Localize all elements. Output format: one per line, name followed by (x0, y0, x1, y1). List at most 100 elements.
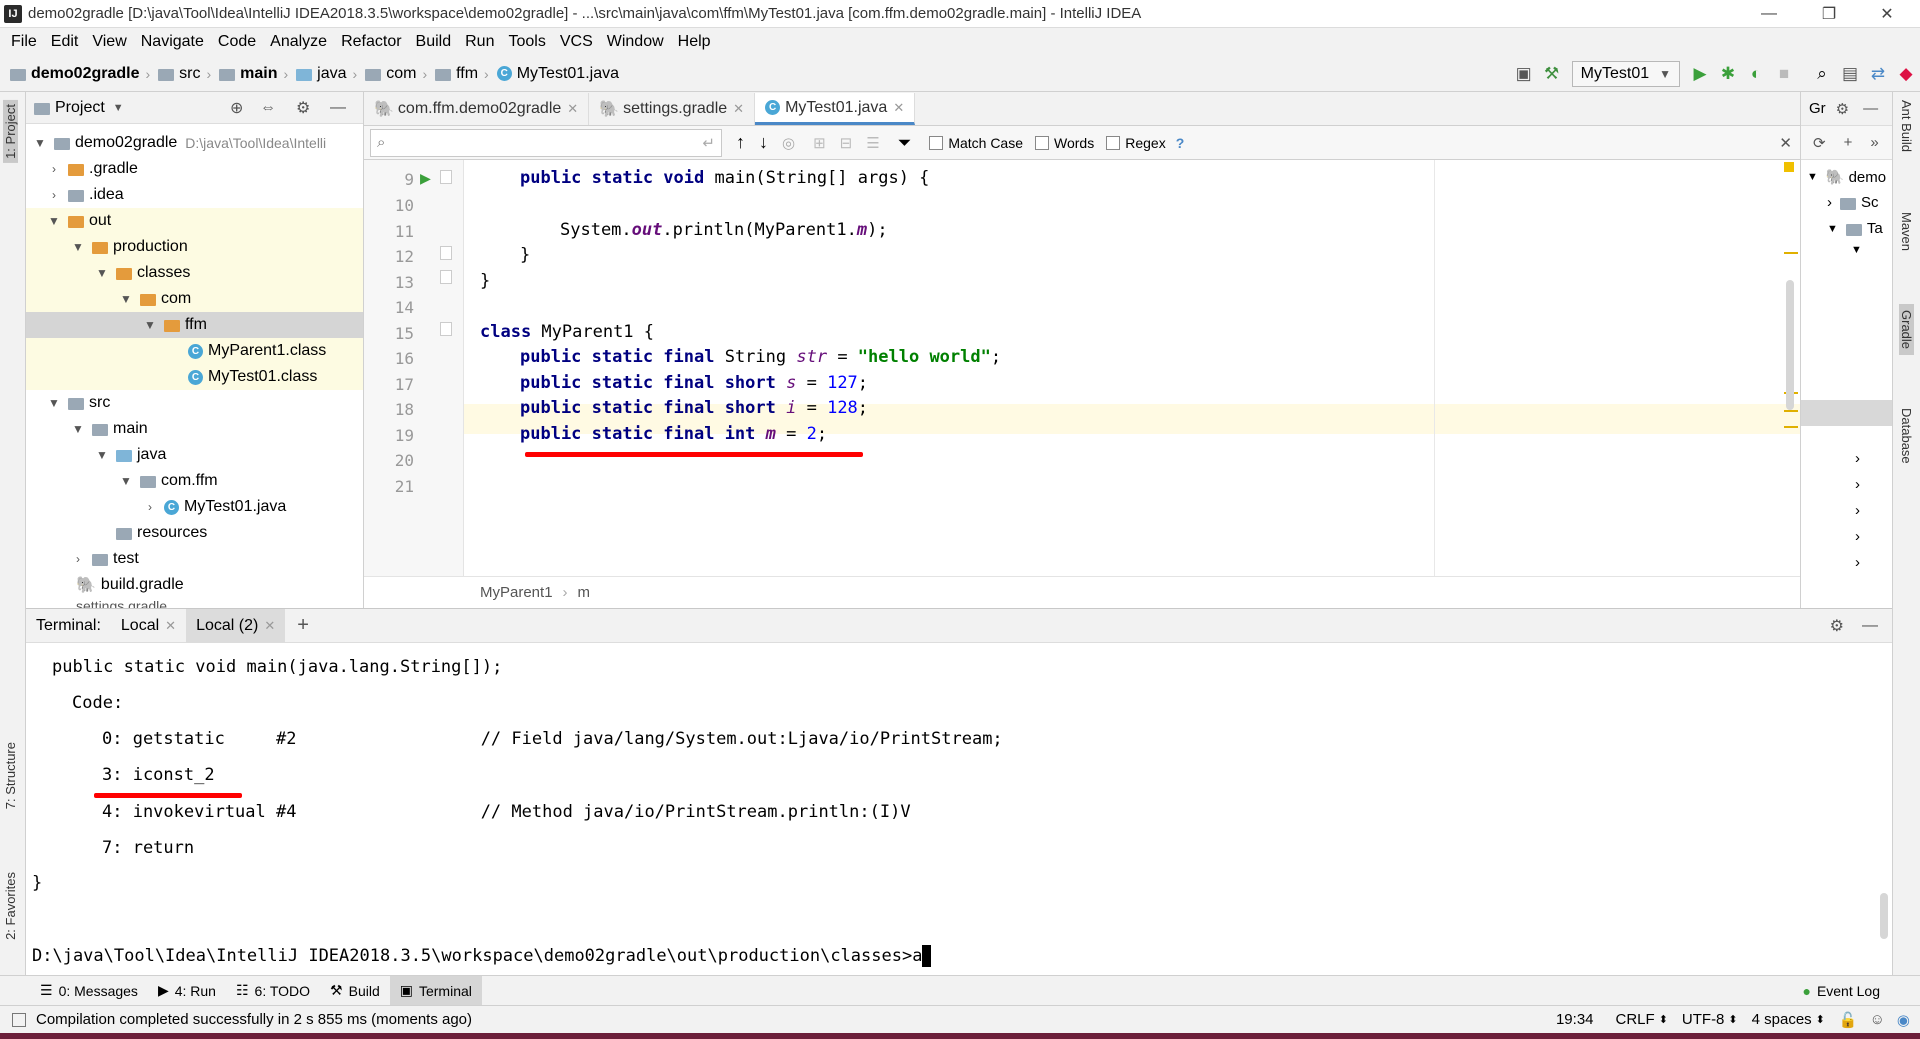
notifications-icon[interactable]: ◉ (1897, 1011, 1910, 1029)
gear-icon[interactable]: ⚙ (1836, 100, 1849, 118)
breadcrumb-java[interactable]: java › (292, 65, 361, 83)
gear-icon[interactable]: ⚙ (1830, 616, 1844, 636)
project-structure-icon[interactable]: ▣ (1510, 60, 1538, 88)
vcs-icon[interactable]: ▤ (1836, 60, 1864, 88)
project-view-select[interactable]: Project (55, 99, 105, 117)
tool-tab-ant-build[interactable]: Ant Build (1899, 100, 1914, 152)
tree-item-mytest01-java[interactable]: › C MyTest01.java (26, 494, 363, 520)
fold-icon[interactable] (440, 270, 452, 284)
debug-icon[interactable]: ✱ (1714, 60, 1742, 88)
tool-tab-run[interactable]: ▶ 4: Run (148, 976, 226, 1006)
coverage-icon[interactable]: ◐ (1742, 60, 1770, 88)
tree-item-idea[interactable]: › .idea (26, 182, 363, 208)
add-selection-icon[interactable]: ⊞ (813, 134, 826, 152)
breadcrumb-project[interactable]: demo02gradle › (0, 65, 154, 83)
remove-selection-icon[interactable]: ⊟ (840, 134, 853, 152)
tree-item-out[interactable]: ▼ out (26, 208, 363, 234)
tool-tab-gradle[interactable]: Gradle (1899, 304, 1914, 356)
gradle-tree-expander[interactable]: › (1855, 528, 1860, 545)
menu-file[interactable]: File (4, 33, 44, 51)
gear-icon[interactable]: ⚙ (296, 98, 310, 118)
menu-refactor[interactable]: Refactor (334, 33, 408, 51)
gradle-tree-root[interactable]: ▼ 🐘 demo (1807, 168, 1886, 187)
gradle-tree-expander[interactable]: ▼ (1851, 244, 1862, 256)
run-gutter-icon[interactable]: ▶ (420, 168, 431, 189)
menu-navigate[interactable]: Navigate (134, 33, 211, 51)
previous-occurrence-icon[interactable]: ↑ (736, 132, 745, 153)
match-case-checkbox[interactable]: Match Case (929, 135, 1023, 151)
tool-tab-terminal[interactable]: ▣ Terminal (389, 975, 482, 1006)
editor-crumb-class[interactable]: MyParent1 (480, 584, 553, 601)
find-input[interactable]: ⌕ ↵ (370, 128, 722, 157)
fold-icon[interactable] (440, 322, 452, 336)
breadcrumb-file[interactable]: C MyTest01.java (493, 65, 623, 83)
error-stripe-mark[interactable] (1784, 252, 1798, 254)
close-icon[interactable]: ✕ (893, 100, 904, 116)
more-icon[interactable]: » (1870, 134, 1878, 151)
menu-edit[interactable]: Edit (44, 33, 86, 51)
breadcrumb-ffm[interactable]: ffm › (431, 65, 493, 83)
new-terminal-icon[interactable]: + (297, 614, 309, 637)
indent-setting[interactable]: 4 spaces (1752, 1011, 1812, 1028)
menu-view[interactable]: View (85, 33, 133, 51)
stop-icon[interactable]: ■ (1770, 60, 1798, 88)
collapse-icon[interactable]: ⇔ (260, 99, 276, 117)
tree-item-build-gradle[interactable]: 🐘 build.gradle (26, 572, 363, 598)
tool-tab-todo[interactable]: ☷ 6: TODO (226, 976, 320, 1006)
inspection-status-icon[interactable] (1784, 162, 1794, 172)
build-hammer-icon[interactable]: ⚒ (1538, 60, 1566, 88)
terminal-tab-local[interactable]: Local ✕ (111, 609, 186, 643)
tool-tab-messages[interactable]: ☰ 0: Messages (30, 976, 148, 1006)
tool-tab-database[interactable]: Database (1899, 408, 1914, 464)
menu-code[interactable]: Code (211, 33, 263, 51)
tool-tab-structure[interactable]: 7: Structure (3, 742, 18, 809)
locate-icon[interactable]: ⊕ (230, 98, 243, 118)
tool-tab-favorites[interactable]: 2: Favorites (3, 872, 18, 940)
tree-item-main[interactable]: ▼ main (26, 416, 363, 442)
minimize-icon[interactable]: — (1746, 0, 1792, 28)
regex-checkbox[interactable]: Regex (1106, 135, 1166, 151)
close-icon[interactable]: ✕ (567, 101, 578, 117)
menu-window[interactable]: Window (600, 33, 671, 51)
line-separator[interactable]: CRLF (1616, 1011, 1655, 1028)
tree-item-resources[interactable]: resources (26, 520, 363, 546)
breadcrumb-com[interactable]: com › (361, 65, 431, 83)
tree-item-classes[interactable]: ▼ classes (26, 260, 363, 286)
gradle-tree-source-sets[interactable]: › Sc (1827, 194, 1879, 211)
tab-com-ffm-demo02gradle[interactable]: 🐘 com.ffm.demo02gradle ✕ (364, 93, 590, 125)
tree-item-ffm[interactable]: ▼ ffm (26, 312, 363, 338)
hide-icon[interactable]: — (330, 99, 346, 117)
status-toggle-icon[interactable] (12, 1012, 26, 1027)
menu-help[interactable]: Help (671, 33, 718, 51)
tree-item-com[interactable]: ▼ com (26, 286, 363, 312)
fold-icon[interactable] (440, 246, 452, 260)
tool-tab-project[interactable]: 1: Project (3, 100, 18, 163)
tree-item-java[interactable]: ▼ java (26, 442, 363, 468)
terminal-scrollbar[interactable] (1880, 893, 1888, 939)
select-all-icon[interactable]: ☰ (866, 134, 879, 152)
tree-item-mytest01-class[interactable]: C MyTest01.class (26, 364, 363, 390)
breadcrumb-main[interactable]: main › (215, 65, 292, 83)
tree-item-myparent1-class[interactable]: C MyParent1.class (26, 338, 363, 364)
words-checkbox[interactable]: Words (1035, 135, 1094, 151)
menu-run[interactable]: Run (458, 33, 501, 51)
event-log-button[interactable]: ● Event Log (1792, 976, 1890, 1006)
regex-help-link[interactable]: ? (1176, 135, 1185, 151)
breadcrumb-src[interactable]: src › (154, 65, 215, 83)
tree-item-test[interactable]: › test (26, 546, 363, 572)
chevron-down-icon[interactable]: ▼ (113, 102, 124, 114)
filter-icon[interactable]: ⏷ (898, 133, 912, 153)
plugin-icon[interactable]: ◆ (1892, 60, 1920, 88)
tab-settings-gradle[interactable]: 🐘 settings.gradle ✕ (589, 93, 756, 125)
tree-item-src[interactable]: ▼ src (26, 390, 363, 416)
close-find-icon[interactable]: ✕ (1779, 134, 1792, 152)
close-icon[interactable]: ✕ (733, 101, 744, 117)
status-message[interactable]: Compilation completed successfully in 2 … (36, 1011, 472, 1028)
close-icon[interactable]: ✕ (1864, 0, 1910, 28)
next-occurrence-icon[interactable]: ↓ (759, 132, 768, 153)
tree-item-root[interactable]: ▼ demo02gradle D:\java\Tool\Idea\Intelli (26, 130, 363, 156)
lock-icon[interactable]: 🔓 (1839, 1011, 1858, 1029)
tree-item-gradle-dir[interactable]: › .gradle (26, 156, 363, 182)
menu-build[interactable]: Build (409, 33, 459, 51)
inspector-icon[interactable]: ☺ (1870, 1011, 1885, 1028)
